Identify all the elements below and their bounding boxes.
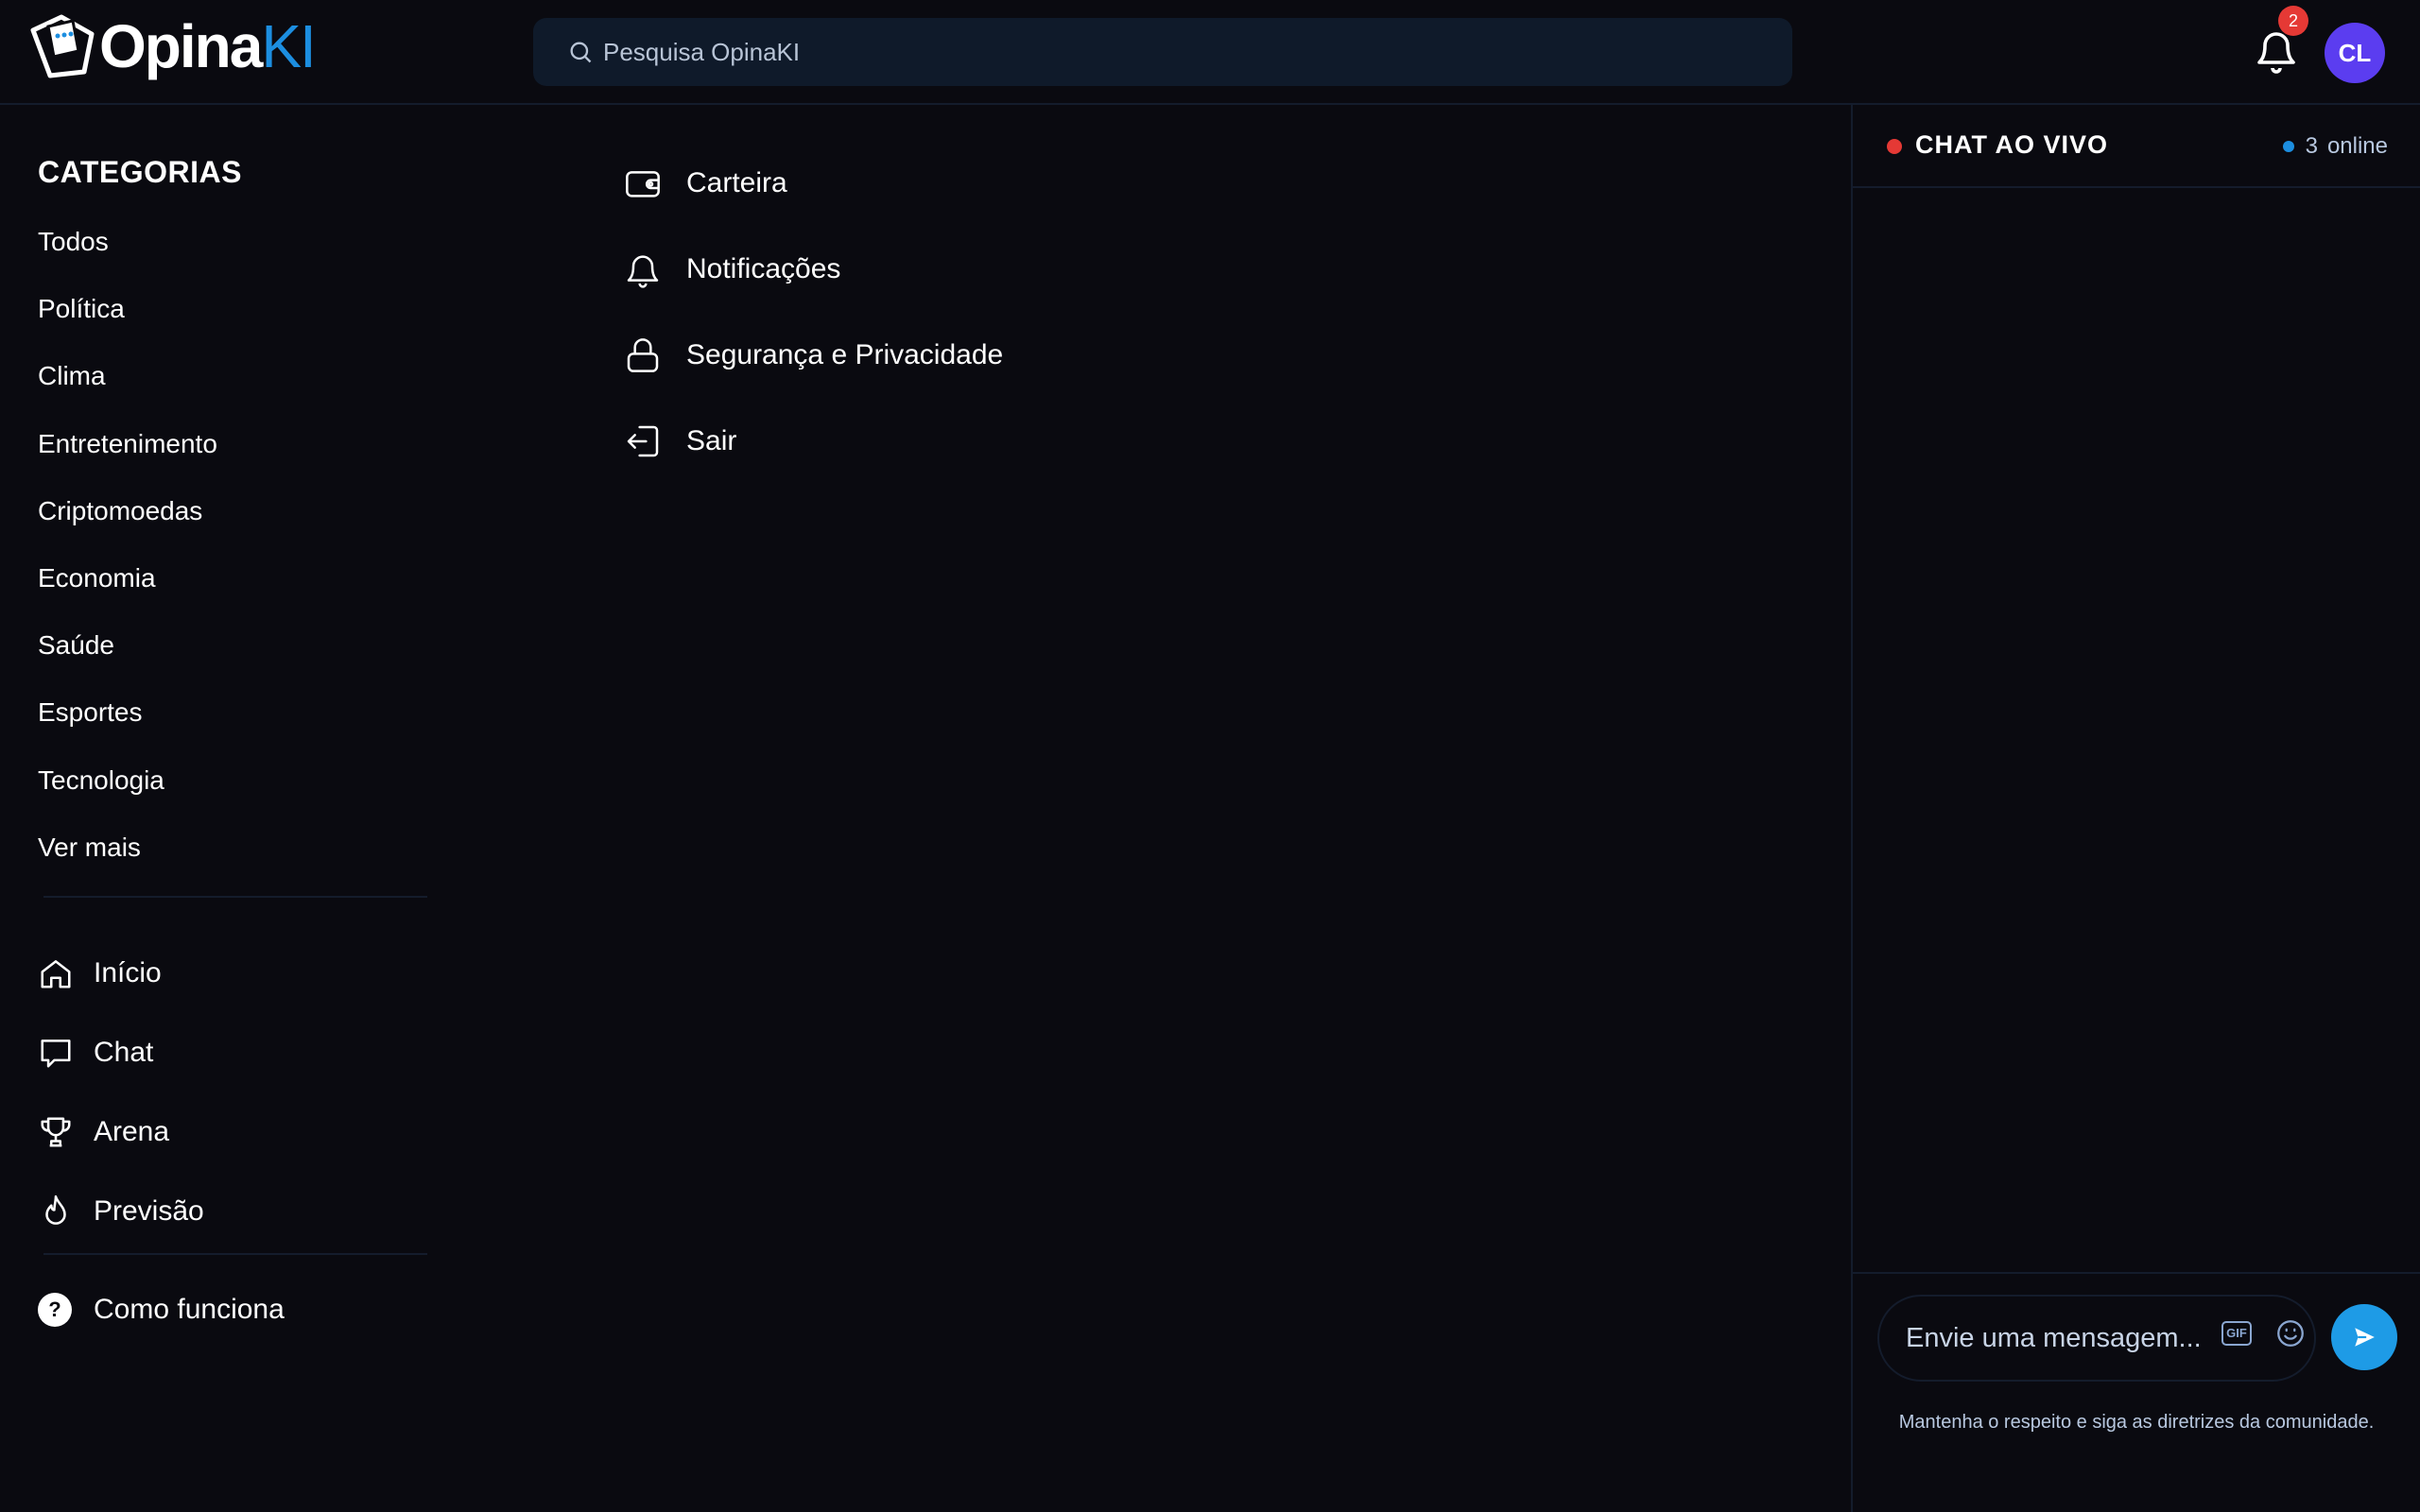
logo-text: OpinaKI (99, 12, 317, 80)
main-nav: Início Chat Arena Previsão (38, 934, 204, 1251)
online-count: 3 (2305, 133, 2318, 159)
message-input[interactable] (1906, 1322, 2199, 1354)
how-it-works-label: Como funciona (94, 1294, 285, 1325)
menu-item-notificacoes[interactable]: Notificações (624, 226, 1003, 312)
search-bar[interactable] (533, 18, 1792, 86)
menu-item-label: Notificações (686, 252, 841, 284)
chat-title: CHAT AO VIVO (1915, 130, 2109, 159)
logo[interactable]: OpinaKI (29, 12, 317, 80)
category-politica[interactable]: Política (38, 290, 217, 357)
live-indicator-dot (1887, 139, 1902, 154)
menu-item-label: Sair (686, 424, 737, 456)
nav-item-label: Início (94, 957, 162, 988)
menu-item-sair[interactable]: Sair (624, 398, 1003, 484)
logo-icon (30, 14, 95, 78)
category-esportes[interactable]: Esportes (38, 694, 217, 761)
category-clima[interactable]: Clima (38, 357, 217, 424)
user-menu: Carteira Notificações Segurança e Privac… (624, 140, 1003, 484)
nav-item-label: Chat (94, 1037, 154, 1068)
community-guidelines-note: Mantenha o respeito e siga as diretrizes… (1898, 1412, 2375, 1433)
categories-title: CATEGORIAS (38, 155, 242, 189)
search-input[interactable] (603, 37, 1737, 67)
nav-item-label: Previsão (94, 1195, 204, 1227)
online-status: 3 online (2282, 133, 2388, 160)
wallet-icon (626, 170, 660, 198)
categories-list: Todos Política Clima Entretenimento Crip… (38, 223, 217, 896)
logo-text-accent: KI (261, 12, 316, 80)
nav-item-arena[interactable]: Arena (38, 1092, 204, 1172)
message-box[interactable]: GIF (1877, 1295, 2316, 1382)
search-icon (570, 42, 592, 63)
user-avatar[interactable]: CL (2325, 23, 2385, 83)
menu-item-carteira[interactable]: Carteira (624, 140, 1003, 226)
category-ver-mais[interactable]: Ver mais (38, 829, 217, 896)
menu-item-seguranca[interactable]: Segurança e Privacidade (624, 312, 1003, 398)
category-criptomoedas[interactable]: Criptomoedas (38, 492, 217, 559)
menu-item-label: Carteira (686, 166, 787, 198)
chat-icon (41, 1040, 71, 1068)
emoji-icon[interactable] (2274, 1317, 2307, 1349)
lock-icon (627, 337, 659, 372)
category-saude[interactable]: Saúde (38, 627, 217, 694)
nav-item-inicio[interactable]: Início (38, 934, 204, 1013)
category-entretenimento[interactable]: Entretenimento (38, 425, 217, 492)
home-icon (41, 960, 71, 988)
nav-item-previsao[interactable]: Previsão (38, 1172, 204, 1251)
online-label: online (2326, 133, 2388, 159)
how-it-works-link[interactable]: ? Como funciona (38, 1293, 285, 1327)
send-message-button[interactable] (2331, 1304, 2397, 1370)
logout-icon (627, 425, 659, 456)
gif-icon[interactable]: GIF (2221, 1321, 2252, 1346)
live-chat-panel: CHAT AO VIVO 3 online GIF Mantenha o res… (1851, 105, 2420, 1512)
send-icon (2355, 1328, 2375, 1347)
nav-item-chat[interactable]: Chat (38, 1013, 204, 1092)
category-tecnologia[interactable]: Tecnologia (38, 762, 217, 829)
chat-header: CHAT AO VIVO 3 online (1853, 105, 2420, 188)
bell-icon (627, 254, 659, 287)
online-dot (2282, 141, 2294, 152)
chat-footer: GIF Mantenha o respeito e siga as diretr… (1853, 1272, 2420, 1512)
category-todos[interactable]: Todos (38, 223, 217, 290)
flame-icon (45, 1194, 66, 1225)
notification-count-badge: 2 (2278, 6, 2308, 36)
logo-text-main: Opina (99, 12, 263, 80)
top-header: OpinaKI 2 CL (0, 0, 2420, 105)
question-icon: ? (38, 1293, 72, 1327)
category-economia[interactable]: Economia (38, 559, 217, 627)
nav-item-label: Arena (94, 1116, 170, 1147)
sidebar-divider (43, 896, 427, 898)
menu-item-label: Segurança e Privacidade (686, 338, 1004, 370)
sidebar-divider (43, 1253, 427, 1255)
trophy-icon (41, 1117, 71, 1147)
